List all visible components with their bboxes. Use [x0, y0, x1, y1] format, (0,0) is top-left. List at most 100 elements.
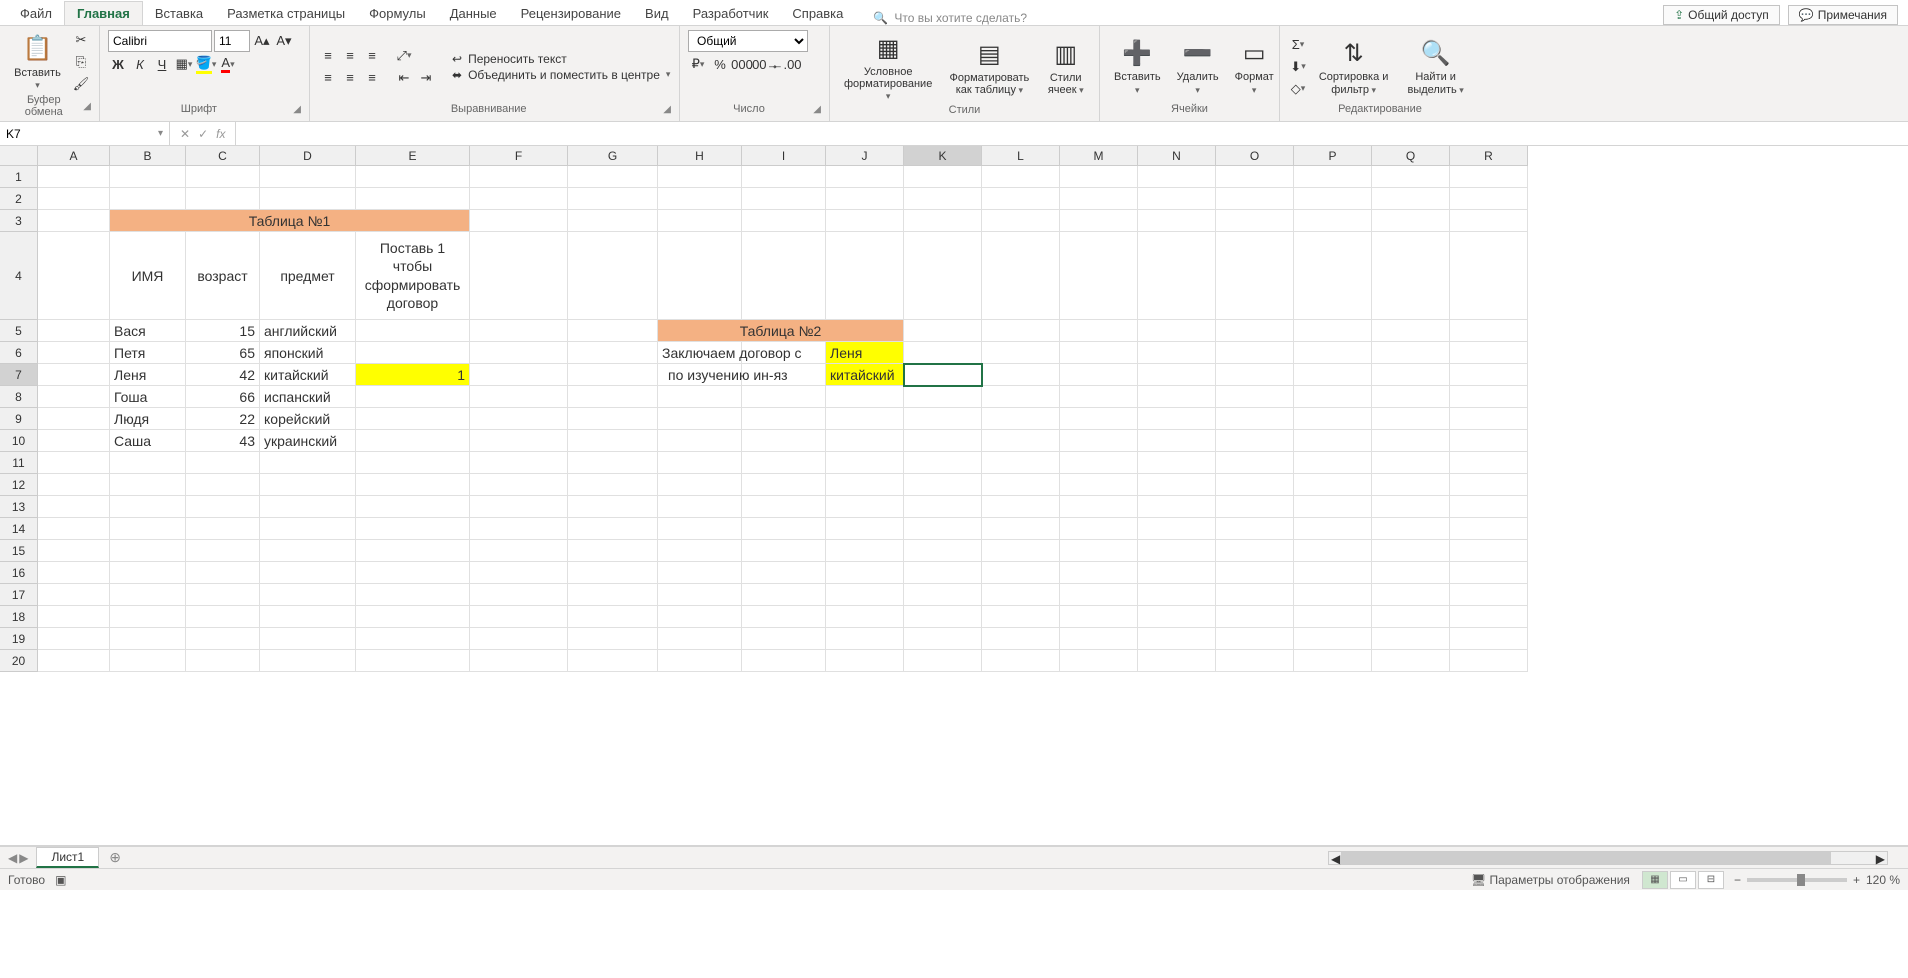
- cell-B7[interactable]: Леня: [110, 364, 186, 386]
- font-launcher[interactable]: ◢: [290, 104, 301, 116]
- cell-O4[interactable]: [1216, 232, 1294, 320]
- cell-A11[interactable]: [38, 452, 110, 474]
- align-bottom-button[interactable]: ≡: [362, 46, 382, 66]
- cell-N10[interactable]: [1138, 430, 1216, 452]
- cell-D1[interactable]: [260, 166, 356, 188]
- col-header-D[interactable]: D: [260, 146, 356, 166]
- share-button[interactable]: ⇪Общий доступ: [1663, 5, 1780, 25]
- cell-I2[interactable]: [742, 188, 826, 210]
- cell-Q18[interactable]: [1372, 606, 1450, 628]
- cell-J18[interactable]: [826, 606, 904, 628]
- cell-H18[interactable]: [658, 606, 742, 628]
- cell-H7[interactable]: по изучению ин-яз: [658, 364, 742, 386]
- cell-H19[interactable]: [658, 628, 742, 650]
- cell-C18[interactable]: [186, 606, 260, 628]
- cell-B4[interactable]: ИМЯ: [110, 232, 186, 320]
- cell-I10[interactable]: [742, 430, 826, 452]
- row-header-13[interactable]: 13: [0, 496, 38, 518]
- cell-N1[interactable]: [1138, 166, 1216, 188]
- sheet-nav-next-icon[interactable]: ▶: [19, 851, 28, 865]
- cell-N7[interactable]: [1138, 364, 1216, 386]
- cell-L13[interactable]: [982, 496, 1060, 518]
- cell-D11[interactable]: [260, 452, 356, 474]
- delete-cells-button[interactable]: ➖Удалить: [1171, 35, 1225, 97]
- cell-G13[interactable]: [568, 496, 658, 518]
- row-header-2[interactable]: 2: [0, 188, 38, 210]
- format-cells-button[interactable]: ▭Формат: [1229, 35, 1280, 97]
- row-header-19[interactable]: 19: [0, 628, 38, 650]
- cell-G15[interactable]: [568, 540, 658, 562]
- cell-R11[interactable]: [1450, 452, 1528, 474]
- cell-O17[interactable]: [1216, 584, 1294, 606]
- cell-M20[interactable]: [1060, 650, 1138, 672]
- cell-J4[interactable]: [826, 232, 904, 320]
- row-header-14[interactable]: 14: [0, 518, 38, 540]
- cell-N2[interactable]: [1138, 188, 1216, 210]
- cell-E20[interactable]: [356, 650, 470, 672]
- tab-home[interactable]: Главная: [64, 1, 143, 25]
- cell-K10[interactable]: [904, 430, 982, 452]
- decrease-decimal-button[interactable]: ←.00: [776, 54, 796, 74]
- cell-A1[interactable]: [38, 166, 110, 188]
- cell-B12[interactable]: [110, 474, 186, 496]
- cell-E15[interactable]: [356, 540, 470, 562]
- col-header-L[interactable]: L: [982, 146, 1060, 166]
- row-header-6[interactable]: 6: [0, 342, 38, 364]
- cell-M19[interactable]: [1060, 628, 1138, 650]
- cell-R5[interactable]: [1450, 320, 1528, 342]
- cell-A9[interactable]: [38, 408, 110, 430]
- cell-R18[interactable]: [1450, 606, 1528, 628]
- cell-H16[interactable]: [658, 562, 742, 584]
- cell-B14[interactable]: [110, 518, 186, 540]
- cell-O2[interactable]: [1216, 188, 1294, 210]
- cell-H6[interactable]: Заключаем договор с: [658, 342, 742, 364]
- cancel-formula-icon[interactable]: ✕: [180, 127, 190, 141]
- macro-record-icon[interactable]: ▣: [55, 873, 66, 887]
- row-header-10[interactable]: 10: [0, 430, 38, 452]
- italic-button[interactable]: К: [130, 54, 150, 74]
- cell-J16[interactable]: [826, 562, 904, 584]
- display-settings-button[interactable]: 🖥 Параметры отображения: [1471, 873, 1630, 887]
- cell-B18[interactable]: [110, 606, 186, 628]
- cell-A15[interactable]: [38, 540, 110, 562]
- comments-button[interactable]: 💬Примечания: [1788, 5, 1898, 25]
- fx-icon[interactable]: fx: [216, 127, 225, 141]
- cell-J7[interactable]: китайский: [826, 364, 904, 386]
- sort-filter-button[interactable]: ⇅Сортировка и фильтр: [1312, 35, 1395, 97]
- cell-I11[interactable]: [742, 452, 826, 474]
- cell-D5[interactable]: английский: [260, 320, 356, 342]
- cell-H13[interactable]: [658, 496, 742, 518]
- cell-Q5[interactable]: [1372, 320, 1450, 342]
- cell-K5[interactable]: [904, 320, 982, 342]
- cell-O14[interactable]: [1216, 518, 1294, 540]
- cell-O18[interactable]: [1216, 606, 1294, 628]
- cell-D12[interactable]: [260, 474, 356, 496]
- cell-A16[interactable]: [38, 562, 110, 584]
- cell-R10[interactable]: [1450, 430, 1528, 452]
- cell-J20[interactable]: [826, 650, 904, 672]
- cell-P11[interactable]: [1294, 452, 1372, 474]
- col-header-K[interactable]: K: [904, 146, 982, 166]
- cell-I19[interactable]: [742, 628, 826, 650]
- cell-R13[interactable]: [1450, 496, 1528, 518]
- cell-Q11[interactable]: [1372, 452, 1450, 474]
- cell-R14[interactable]: [1450, 518, 1528, 540]
- cell-I15[interactable]: [742, 540, 826, 562]
- sheet-tab[interactable]: Лист1: [36, 847, 99, 868]
- cell-K6[interactable]: [904, 342, 982, 364]
- cell-R19[interactable]: [1450, 628, 1528, 650]
- cell-H10[interactable]: [658, 430, 742, 452]
- cell-F17[interactable]: [470, 584, 568, 606]
- cell-K1[interactable]: [904, 166, 982, 188]
- cell-J2[interactable]: [826, 188, 904, 210]
- cell-L12[interactable]: [982, 474, 1060, 496]
- cell-E17[interactable]: [356, 584, 470, 606]
- cell-G11[interactable]: [568, 452, 658, 474]
- cell-P18[interactable]: [1294, 606, 1372, 628]
- cell-E7[interactable]: 1: [356, 364, 470, 386]
- cell-F3[interactable]: [470, 210, 568, 232]
- cell-E8[interactable]: [356, 386, 470, 408]
- number-launcher[interactable]: ◢: [810, 104, 821, 116]
- find-select-button[interactable]: 🔍Найти и выделить: [1399, 35, 1472, 97]
- cell-P7[interactable]: [1294, 364, 1372, 386]
